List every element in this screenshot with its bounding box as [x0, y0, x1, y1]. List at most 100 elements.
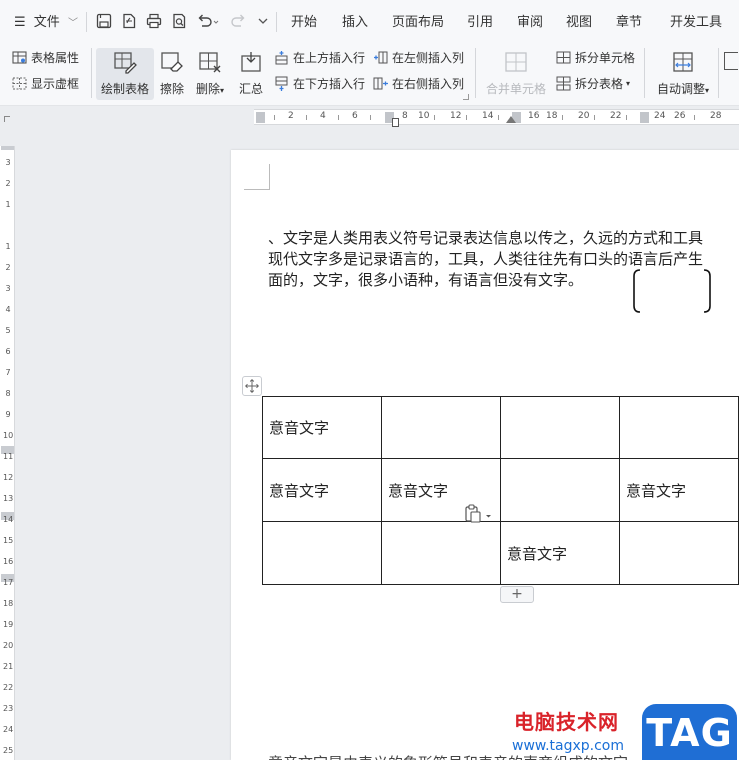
- ruler-number: 24: [3, 725, 14, 734]
- table-row: 意音文字 意音文字 意音文字: [262, 458, 739, 522]
- ruler-column-marker[interactable]: [640, 112, 649, 123]
- table-cell[interactable]: 意音文字: [262, 458, 382, 522]
- table-cell[interactable]: 意音文字: [500, 521, 620, 585]
- ruler-number: 1: [5, 200, 11, 209]
- insert-row-below-button[interactable]: 在下方插入行: [274, 74, 365, 92]
- ruler-number: 26: [674, 111, 686, 121]
- auto-adjust-button[interactable]: 自动调整▾: [652, 48, 714, 100]
- print-icon[interactable]: [145, 12, 163, 30]
- draw-table-label: 绘制表格: [100, 82, 149, 96]
- ruler-number: 3: [5, 284, 11, 293]
- ruler-number: 2: [288, 111, 294, 121]
- insert-row-below-icon: [275, 76, 288, 91]
- ruler-tick: [434, 115, 435, 120]
- table-row: 意音文字: [262, 521, 739, 585]
- tab-developer[interactable]: 开发工具: [670, 15, 722, 31]
- paragraph-line[interactable]: 现代文字多是记录语言的，工具，人类往往先有口头的语言后产生: [268, 249, 703, 269]
- paragraph-line[interactable]: 、文字是人类用表义符号记录表达信息以传之，久远的方式和工具: [268, 228, 703, 248]
- insert-row-above-button[interactable]: 在上方插入行: [274, 48, 365, 66]
- split-table-icon: [556, 76, 571, 90]
- table-move-handle[interactable]: [242, 376, 262, 396]
- paste-options-icon[interactable]: [464, 504, 492, 524]
- print-preview-icon[interactable]: [170, 12, 188, 30]
- insert-column-right-button[interactable]: 在右侧插入列: [373, 74, 464, 92]
- export-pdf-icon[interactable]: [120, 12, 138, 30]
- undo-icon[interactable]: [195, 12, 221, 30]
- divider: [91, 48, 92, 98]
- ruler-tick: [370, 115, 371, 120]
- watermark-logo: TAG: [642, 704, 737, 760]
- split-cells-button[interactable]: 拆分单元格: [556, 48, 635, 66]
- insert-column-right-label: 在右侧插入列: [392, 76, 465, 91]
- ruler-number: 3: [5, 158, 11, 167]
- horizontal-ruler[interactable]: 2 4 6 8 10 12 14 16 18 20 22 24 26 28: [254, 109, 739, 125]
- table-properties-button[interactable]: 表格属性: [12, 48, 79, 66]
- tab-references[interactable]: 引用: [467, 15, 493, 31]
- ruler-number: 22: [610, 111, 622, 121]
- table-cell[interactable]: [619, 521, 739, 585]
- watermark-url: www.tagxp.com: [512, 738, 624, 754]
- split-cells-icon: [556, 51, 571, 63]
- table-cell[interactable]: 意音文字: [262, 396, 382, 459]
- insert-column-left-icon: [374, 51, 388, 63]
- delete-table-icon: [199, 52, 221, 73]
- merge-cells-button[interactable]: 合并单元格: [484, 48, 548, 100]
- tab-home[interactable]: 开始: [291, 15, 317, 31]
- ruler-margin-shade: [1, 146, 14, 150]
- save-icon[interactable]: [95, 12, 113, 30]
- show-gridlines-button[interactable]: 显示虚框: [12, 74, 79, 92]
- file-menu[interactable]: ☰ 文件 ﹀: [14, 15, 78, 32]
- table-cell[interactable]: [500, 396, 620, 459]
- ruler-margin-marker[interactable]: [256, 112, 265, 123]
- table-cell[interactable]: [262, 521, 382, 585]
- table-cell[interactable]: [381, 521, 501, 585]
- table-cell[interactable]: [619, 396, 739, 459]
- insert-column-left-button[interactable]: 在左侧插入列: [373, 48, 464, 66]
- eraser-button[interactable]: 擦除: [157, 48, 187, 100]
- tab-view[interactable]: 视图: [566, 15, 592, 31]
- table-cell[interactable]: [381, 396, 501, 459]
- tab-insert[interactable]: 插入: [342, 15, 368, 31]
- table-cell[interactable]: [500, 458, 620, 522]
- ruler-tick: [306, 115, 307, 120]
- ribbon-more-icon[interactable]: [724, 52, 738, 70]
- ruler-tick: [466, 115, 467, 120]
- ruler-indent-marker[interactable]: [392, 118, 399, 127]
- ruler-indent-marker[interactable]: [506, 116, 516, 123]
- bracket-shape[interactable]: [632, 268, 712, 314]
- delete-button[interactable]: 删除▾: [192, 48, 228, 100]
- ruler-number: 18: [3, 599, 14, 608]
- insert-row-above-icon: [275, 50, 288, 64]
- chevron-down-icon: ﹀: [67, 18, 78, 29]
- divider: [86, 12, 87, 32]
- table-cell[interactable]: 意音文字: [619, 458, 739, 522]
- auto-adjust-icon: [673, 52, 693, 72]
- dialog-launcher-icon[interactable]: [463, 94, 469, 100]
- ruler-number: 8: [402, 111, 408, 121]
- ruler-number: 12: [3, 473, 14, 482]
- tab-page-layout[interactable]: 页面布局: [392, 15, 444, 31]
- ruler-corner-icon: [4, 116, 10, 122]
- tab-review[interactable]: 审阅: [517, 15, 543, 31]
- show-gridlines-label: 显示虚框: [31, 76, 80, 91]
- auto-adjust-label: 自动调整: [656, 82, 705, 96]
- ruler-number: 23: [3, 704, 14, 713]
- draw-table-button[interactable]: 绘制表格: [96, 48, 154, 100]
- document-table[interactable]: 意音文字 意音文字 意音文字 意音文字 意音文字: [262, 396, 739, 585]
- eraser-label: 擦除: [159, 82, 184, 96]
- split-table-button[interactable]: 拆分表格 ▾: [556, 74, 630, 92]
- tab-chapter[interactable]: 章节: [616, 15, 642, 31]
- summary-icon: [241, 52, 261, 72]
- summary-button[interactable]: 汇总: [236, 48, 266, 100]
- chevron-down-icon: ▾: [220, 86, 225, 95]
- paragraph-line[interactable]: 面的，文字，很多小语种，有语言但没有文字。: [268, 270, 583, 290]
- ruler-number: 21: [3, 662, 14, 671]
- ruler-number: 5: [5, 326, 11, 335]
- vertical-ruler[interactable]: 3 2 1 1 2 3 4 5 6 7 8 9 10 11 12 13 14 1…: [0, 146, 15, 760]
- ruler-number: 28: [710, 111, 722, 121]
- quick-access-more-icon[interactable]: [256, 12, 270, 30]
- ruler-number: 24: [654, 111, 666, 121]
- add-row-button[interactable]: +: [500, 586, 534, 603]
- ruler-number: 2: [5, 263, 11, 272]
- redo-icon[interactable]: [230, 12, 248, 30]
